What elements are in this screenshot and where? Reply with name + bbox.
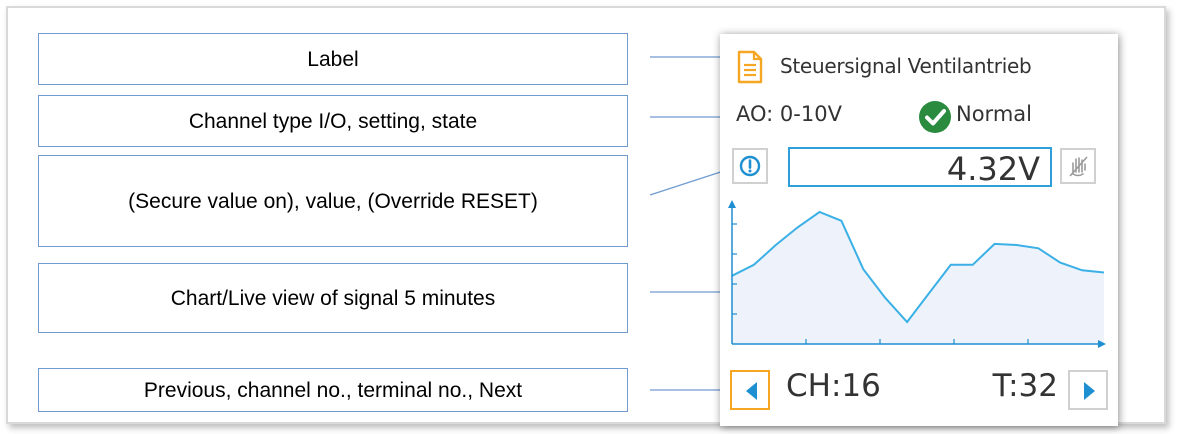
check-circle-icon (919, 101, 951, 133)
exclamation-circle-icon (739, 155, 761, 177)
io-setting: AO: 0-10V (736, 102, 842, 126)
channel-panel: Steuersignal Ventilantrieb AO: 0-10V Nor… (720, 34, 1118, 426)
override-reset-button[interactable] (1060, 148, 1096, 184)
next-button[interactable] (1068, 370, 1108, 410)
value-text: 4.32V (946, 150, 1040, 188)
triangle-right-icon (1084, 382, 1095, 400)
live-chart (728, 200, 1106, 348)
value-display: 4.32V (788, 147, 1052, 188)
channel-label: Steuersignal Ventilantrieb (780, 54, 1032, 78)
chart-area-fill (732, 212, 1104, 344)
secure-value-button[interactable] (732, 148, 768, 184)
triangle-left-icon (746, 382, 757, 400)
state-label: Normal (956, 102, 1032, 126)
hand-strikethrough-icon (1069, 156, 1088, 177)
previous-button[interactable] (730, 370, 770, 410)
channel-number: CH:16 (786, 368, 881, 404)
terminal-number: T:32 (992, 368, 1058, 404)
document-icon (737, 50, 763, 84)
chart-y-axis-arrow (728, 200, 736, 208)
